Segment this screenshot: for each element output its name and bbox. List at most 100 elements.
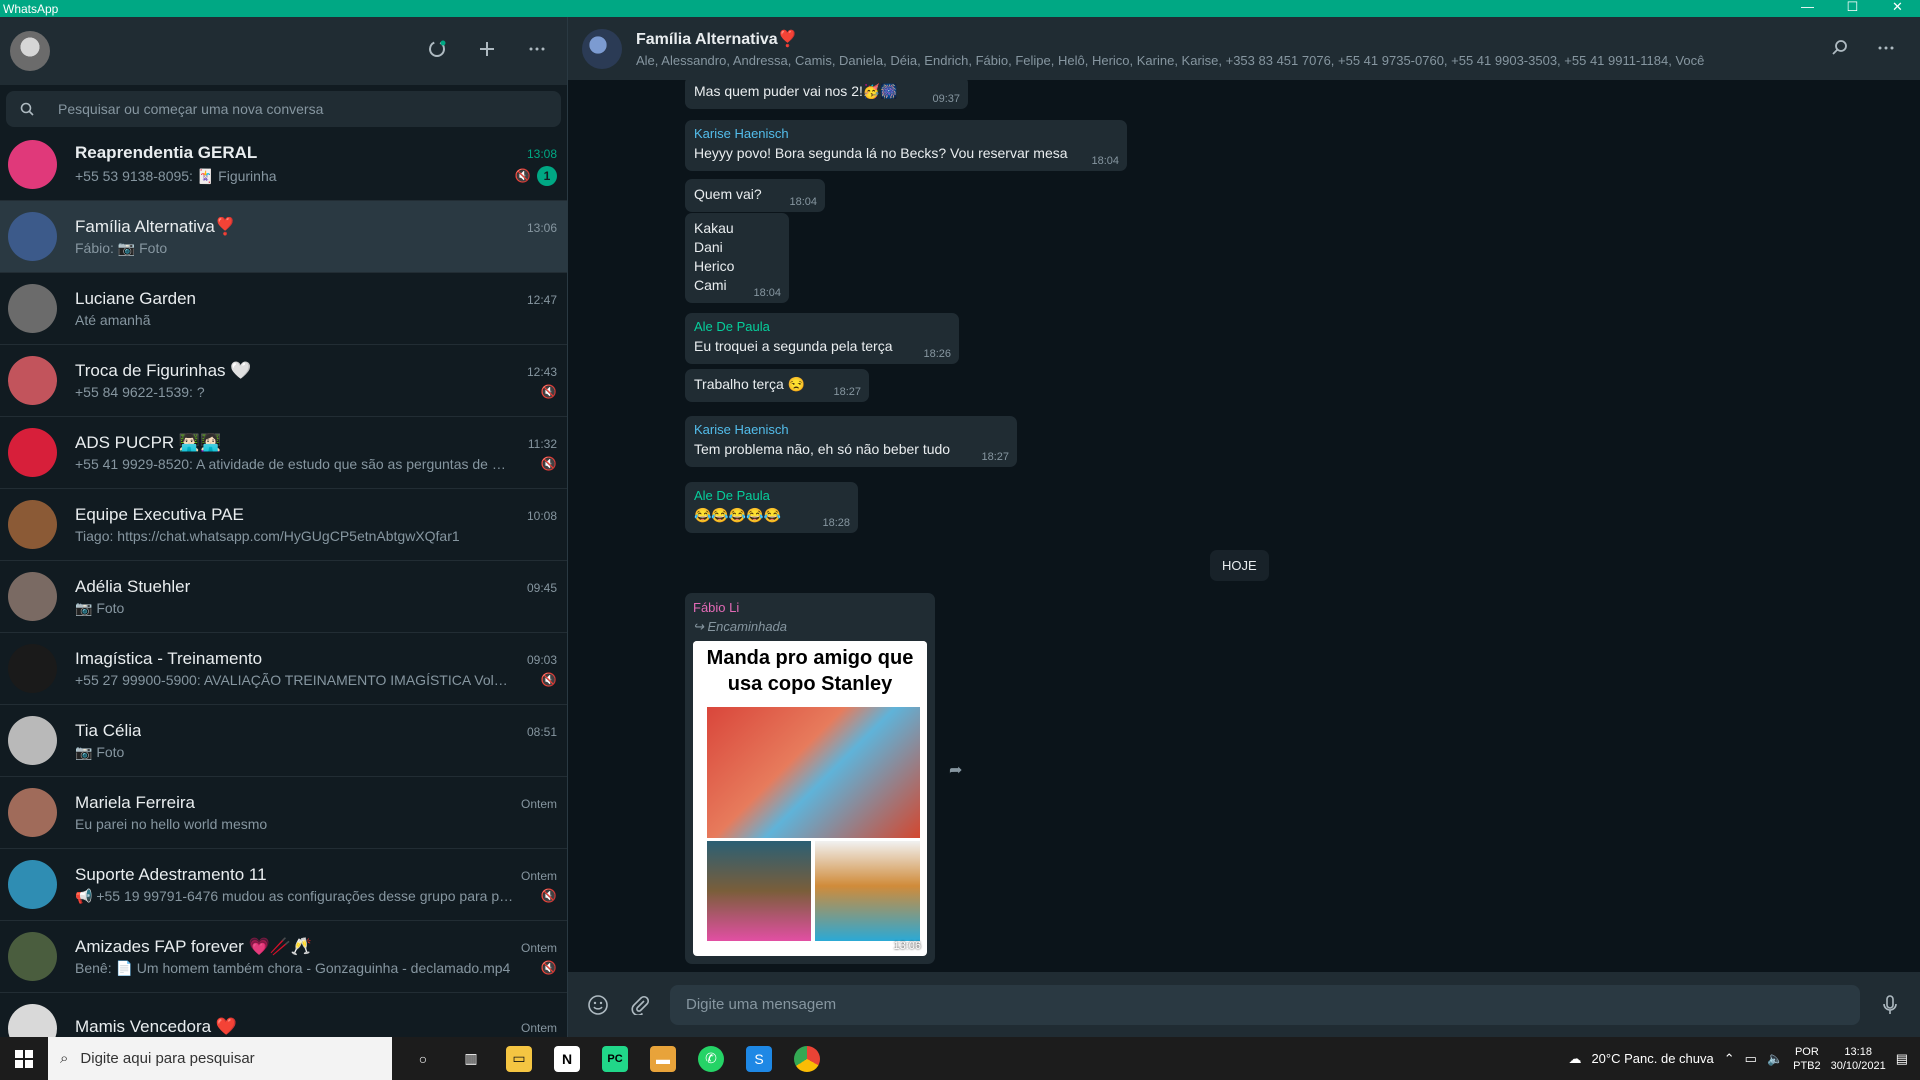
- weather-text[interactable]: 20°C Panc. de chuva: [1591, 1051, 1713, 1066]
- unread-badge: 1: [537, 166, 557, 186]
- group-members: Ale, Alessandro, Andressa, Camis, Daniel…: [636, 53, 1705, 68]
- message-sender[interactable]: Fábio Li: [693, 600, 927, 615]
- clock[interactable]: 13:18 30/10/2021: [1831, 1045, 1886, 1073]
- language-indicator[interactable]: POR PTB2: [1793, 1045, 1821, 1073]
- chat-name: Amizades FAP forever 💗🥢🥂: [75, 936, 313, 956]
- chat-list-item[interactable]: Troca de Figurinhas 🤍 12:43 +55 84 9622-…: [0, 345, 567, 417]
- profile-avatar[interactable]: [10, 31, 50, 71]
- notion-icon[interactable]: N: [554, 1045, 580, 1072]
- forward-share-icon[interactable]: ➦: [949, 760, 962, 780]
- message-input[interactable]: Digite uma mensagem: [670, 984, 1860, 1025]
- chat-avatar[interactable]: [8, 284, 57, 333]
- skype-icon[interactable]: S: [746, 1045, 772, 1072]
- whatsapp-icon[interactable]: ✆: [698, 1045, 724, 1072]
- chat-avatar[interactable]: [8, 932, 57, 981]
- new-chat-icon[interactable]: [475, 37, 499, 61]
- message-text: Tem problema não, eh só não beber tudo: [694, 441, 951, 457]
- message-sender[interactable]: Karise Haenisch: [694, 422, 1008, 437]
- microphone-icon[interactable]: [1878, 993, 1902, 1017]
- left-header: [0, 17, 567, 85]
- chat-list-item[interactable]: Equipe Executiva PAE 10:08 Tiago: https:…: [0, 489, 567, 561]
- pycharm-icon[interactable]: PC: [602, 1045, 628, 1072]
- cortana-icon[interactable]: ○: [410, 1046, 436, 1072]
- notifications-icon[interactable]: ▤: [1896, 1051, 1908, 1067]
- chat-avatar[interactable]: [8, 212, 57, 261]
- conversation-menu-icon[interactable]: [1874, 36, 1898, 60]
- message-bubble[interactable]: Quem vai? 18:04: [685, 179, 825, 212]
- chat-avatar[interactable]: [8, 572, 57, 621]
- chat-list-item[interactable]: Tia Célia 08:51 📷 Foto: [0, 705, 567, 777]
- search-messages-icon[interactable]: [1828, 36, 1852, 60]
- chat-avatar[interactable]: [8, 644, 57, 693]
- clock-date: 30/10/2021: [1830, 1059, 1886, 1072]
- weather-icon[interactable]: ☁: [1568, 1051, 1581, 1067]
- chat-name: Equipe Executiva PAE: [75, 505, 244, 524]
- chat-list-item[interactable]: Suporte Adestramento 11 Ontem 📢 +55 19 9…: [0, 849, 567, 921]
- group-avatar[interactable]: [582, 28, 622, 69]
- close-button[interactable]: ✕: [1875, 0, 1920, 17]
- app-icon[interactable]: ▬: [650, 1045, 676, 1072]
- taskbar-search-input[interactable]: Digite aqui para pesquisar: [80, 1050, 254, 1067]
- chat-list-item[interactable]: Luciane Garden 12:47 Até amanhã: [0, 273, 567, 345]
- message-time: 13:06: [893, 940, 921, 952]
- meme-photo: [707, 841, 811, 941]
- task-view-icon[interactable]: ▥: [458, 1046, 484, 1072]
- message-bubble[interactable]: Kakau Dani Herico Cami 18:04: [685, 213, 789, 303]
- maximize-button[interactable]: ☐: [1830, 0, 1875, 17]
- message-bubble[interactable]: Ale De Paula Eu troquei a segunda pela t…: [685, 313, 959, 364]
- chat-avatar[interactable]: [8, 428, 57, 477]
- status-icon[interactable]: [425, 37, 449, 61]
- chrome-icon[interactable]: [794, 1045, 820, 1072]
- search-bar[interactable]: Pesquisar ou começar uma nova conversa: [6, 91, 561, 127]
- chat-list-item[interactable]: Mamis Vencedora ❤️ Ontem: [0, 993, 567, 1037]
- chat-avatar[interactable]: [8, 356, 57, 405]
- windows-start-icon[interactable]: [0, 1037, 48, 1080]
- menu-icon[interactable]: [525, 37, 549, 61]
- emoji-icon[interactable]: [586, 993, 610, 1017]
- message-bubble[interactable]: Mas quem puder vai nos 2!🥳🎆 09:37: [685, 80, 968, 109]
- chat-last-message: 📷 Foto: [75, 743, 125, 760]
- chat-list-item[interactable]: Amizades FAP forever 💗🥢🥂 Ontem Benê: 📄 U…: [0, 921, 567, 993]
- chat-time: Ontem: [520, 868, 557, 883]
- conversation-panel: Família Alternativa❣️ Ale, Alessandro, A…: [568, 17, 1920, 1037]
- chat-last-message: Eu parei no hello world mesmo: [75, 816, 268, 832]
- muted-icon: 🔇: [540, 456, 557, 471]
- chat-list-item[interactable]: ADS PUCPR 👨🏻‍💻👩🏻‍💻 11:32 +55 41 9929-852…: [0, 417, 567, 489]
- message-bubble[interactable]: Karise Haenisch Tem problema não, eh só …: [685, 416, 1017, 467]
- chat-name: Família Alternativa❣️: [75, 216, 237, 236]
- volume-icon[interactable]: 🔈: [1767, 1051, 1783, 1067]
- message-time: 09:37: [932, 93, 960, 105]
- chat-list-item[interactable]: Adélia Stuehler 09:45 📷 Foto: [0, 561, 567, 633]
- chat-time: 12:43: [526, 365, 557, 379]
- message-bubble[interactable]: Trabalho terça 😒 18:27: [685, 369, 869, 402]
- conversation-header[interactable]: Família Alternativa❣️ Ale, Alessandro, A…: [568, 17, 1920, 80]
- chat-avatar[interactable]: [8, 860, 57, 909]
- minimize-button[interactable]: —: [1785, 0, 1830, 17]
- meme-image[interactable]: Manda pro amigo que usa copo Stanley 13:…: [693, 641, 927, 956]
- chat-avatar[interactable]: [8, 716, 57, 765]
- group-name[interactable]: Família Alternativa❣️: [636, 29, 1704, 49]
- search-input[interactable]: Pesquisar ou começar uma nova conversa: [58, 101, 323, 117]
- chat-list-item[interactable]: Imagística - Treinamento 09:03 +55 27 99…: [0, 633, 567, 705]
- meme-photo: [707, 707, 920, 838]
- message-bubble[interactable]: Ale De Paula 😂😂😂😂😂 18:28: [685, 482, 858, 533]
- attach-icon[interactable]: [628, 993, 652, 1017]
- chat-avatar[interactable]: [8, 500, 57, 549]
- taskbar: ⌕ Digite aqui para pesquisar ○ ▥ ▭ N PC …: [0, 1037, 1920, 1080]
- chat-avatar[interactable]: [8, 140, 57, 189]
- taskbar-search[interactable]: ⌕ Digite aqui para pesquisar: [48, 1037, 392, 1080]
- chat-avatar[interactable]: [8, 788, 57, 837]
- message-bubble[interactable]: Karise Haenisch Heyyy povo! Bora segunda…: [685, 120, 1127, 171]
- message-sender[interactable]: Karise Haenisch: [694, 126, 1118, 141]
- chat-list-item[interactable]: Reaprendentia GERAL 13:08 +55 53 9138-80…: [0, 129, 567, 201]
- message-sender[interactable]: Ale De Paula: [694, 319, 950, 334]
- chat-avatar[interactable]: [8, 1004, 57, 1037]
- tray-chevron-icon[interactable]: ⌃: [1724, 1051, 1735, 1067]
- image-message[interactable]: Fábio Li ↪ Encaminhada Manda pro amigo q…: [685, 593, 935, 964]
- message-sender[interactable]: Ale De Paula: [694, 488, 849, 503]
- chat-name: Mamis Vencedora ❤️: [75, 1017, 237, 1036]
- chat-list-item[interactable]: Mariela Ferreira Ontem Eu parei no hello…: [0, 777, 567, 849]
- file-explorer-icon[interactable]: ▭: [506, 1045, 532, 1072]
- network-icon[interactable]: ▭: [1745, 1051, 1757, 1067]
- chat-list-item[interactable]: Família Alternativa❣️ 13:06 Fábio: 📷 Fot…: [0, 201, 567, 273]
